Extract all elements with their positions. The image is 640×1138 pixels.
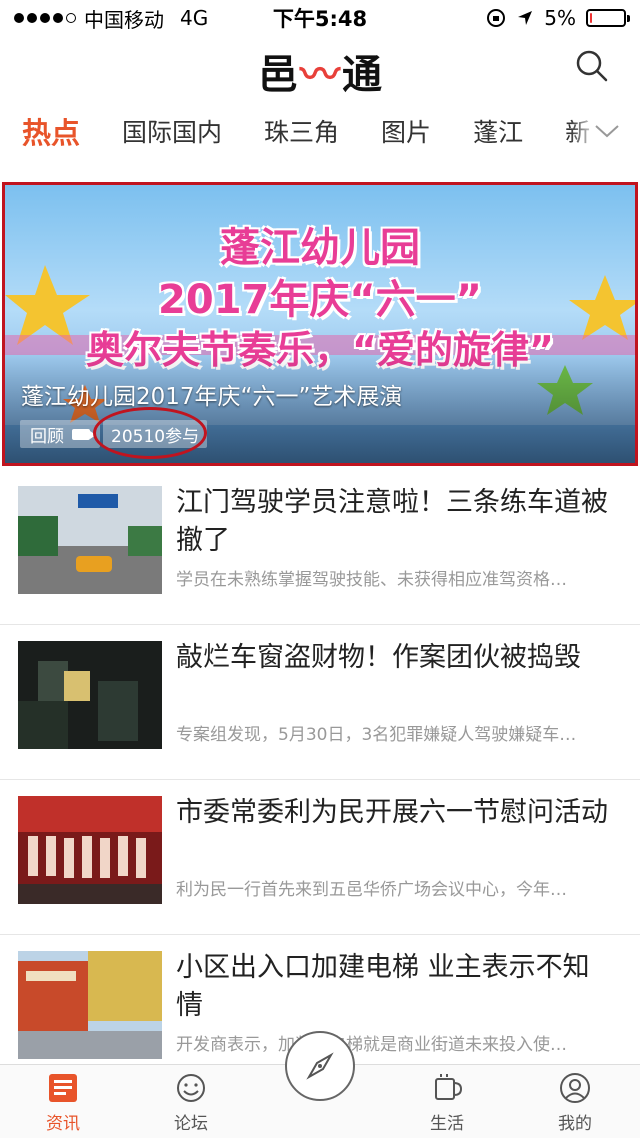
app-logo: 邑〰通: [258, 42, 384, 100]
status-bar: 中国移动 4G 下午5:48 5%: [0, 0, 640, 36]
news-item[interactable]: 市委常委利为民开展六一节慰问活动 利为民一行首先来到五邑华侨广场会议中心，今年…: [0, 780, 640, 935]
location-icon: [518, 11, 533, 25]
banner-caption: 蓬江幼儿园2017年庆“六一”艺术展演: [21, 384, 403, 410]
clock: 下午5:48: [272, 7, 368, 31]
featured-banner[interactable]: 蓬江幼儿园 2017年庆“六一” 奥尔夫节奏乐，“爱的旋律” 蓬江幼儿园2017…: [2, 182, 638, 466]
battery-percent: 5%: [544, 6, 576, 30]
logo-text-left: 邑: [258, 52, 300, 98]
news-item[interactable]: 江门驾驶学员注意啦！三条练车道被撤了 学员在未熟练掌握驾驶技能、未获得相应准驾资…: [0, 470, 640, 625]
video-camera-icon: [72, 428, 96, 440]
news-icon: [49, 1074, 77, 1102]
logo-text-right: 通: [342, 52, 384, 98]
cup-icon: [435, 1074, 463, 1100]
lips-icon: 〰: [300, 52, 342, 98]
news-item[interactable]: 敲烂车窗盗财物！作案团伙被捣毁 专案组发现，5月30日，3名犯罪嫌疑人驾驶嫌疑车…: [0, 625, 640, 780]
news-thumbnail: [18, 796, 162, 904]
news-summary: 开发商表示，加装的电梯就是商业街道未来投入使…: [176, 1035, 567, 1055]
news-summary: 专案组发现，5月30日，3名犯罪嫌疑人驾驶嫌疑车…: [176, 725, 577, 745]
search-icon: [576, 50, 608, 82]
nav-label: 生活: [430, 1114, 464, 1134]
nav-label: 资讯: [46, 1114, 80, 1134]
news-title: 江门驾驶学员注意啦！三条练车道被撤了: [176, 487, 608, 556]
compass-icon: [306, 1052, 334, 1080]
banner-art-line1: 蓬江幼儿园: [220, 225, 420, 271]
search-button[interactable]: [572, 46, 612, 86]
news-title: 小区出入口加建电梯 业主表示不知情: [176, 952, 590, 1021]
category-tabs: 热点国际国内珠三角图片蓬江新: [0, 100, 640, 162]
status-left: 中国移动 4G: [14, 4, 208, 33]
tab-2[interactable]: 珠三角: [264, 113, 339, 149]
tabs-expand-button[interactable]: [570, 100, 640, 162]
tab-0[interactable]: 热点: [22, 110, 80, 152]
news-thumbnail: [18, 641, 162, 749]
nav-news[interactable]: 资讯: [18, 1071, 108, 1134]
network-label: 4G: [180, 6, 209, 30]
news-thumbnail: [18, 951, 162, 1059]
news-summary: 利为民一行首先来到五邑华侨广场会议中心，今年…: [176, 880, 567, 900]
bottom-nav: 资讯 论坛 生活 我的: [0, 1031, 640, 1138]
nav-compass[interactable]: [285, 1031, 355, 1101]
news-title: 敲烂车窗盗财物！作案团伙被捣毁: [176, 642, 581, 673]
rotation-lock-icon: [487, 9, 506, 27]
nav-label: 论坛: [174, 1114, 208, 1134]
banner-art-line2: 2017年庆“六一”: [158, 277, 482, 323]
nav-mine[interactable]: 我的: [530, 1071, 620, 1134]
smiley-icon: [177, 1074, 205, 1102]
tab-4[interactable]: 蓬江: [473, 113, 523, 149]
news-thumbnail: [18, 486, 162, 594]
replay-badge: 回顾: [20, 420, 100, 448]
news-title: 市委常委利为民开展六一节慰问活动: [176, 797, 608, 828]
carrier-label: 中国移动: [84, 7, 164, 32]
battery-icon: [586, 9, 630, 27]
signal-icon: [14, 13, 76, 23]
app-header: 邑〰通: [0, 36, 640, 98]
annotation-circle: [93, 407, 207, 459]
nav-forum[interactable]: 论坛: [146, 1071, 236, 1134]
battery-level: [590, 13, 592, 23]
status-right: 5%: [486, 6, 630, 30]
news-summary: 学员在未熟练掌握驾驶技能、未获得相应准驾资格…: [176, 570, 567, 590]
tab-3[interactable]: 图片: [381, 113, 431, 149]
tab-1[interactable]: 国际国内: [122, 113, 222, 149]
nav-label: 我的: [558, 1114, 592, 1134]
chevron-down-icon: [595, 125, 619, 138]
replay-label: 回顾: [30, 426, 64, 447]
nav-life[interactable]: 生活: [402, 1071, 492, 1134]
user-icon: [560, 1073, 590, 1103]
